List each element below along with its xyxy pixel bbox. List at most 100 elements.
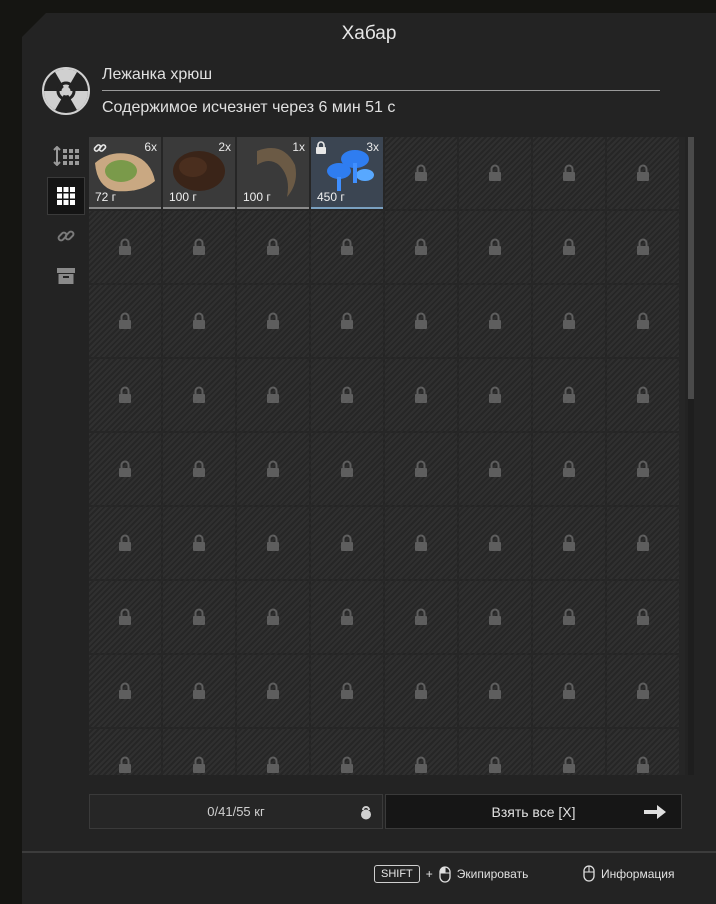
locked-slot <box>533 507 605 579</box>
locked-slot <box>385 211 457 283</box>
lock-icon <box>341 682 353 699</box>
lock-icon <box>341 608 353 625</box>
lock-icon <box>267 756 279 773</box>
locked-slot <box>311 285 383 357</box>
locked-slot <box>607 433 679 505</box>
locked-slot <box>533 285 605 357</box>
lock-icon <box>563 386 575 403</box>
locked-slot <box>607 211 679 283</box>
locked-slot <box>311 433 383 505</box>
lock-icon <box>119 682 131 699</box>
locked-slot <box>89 285 161 357</box>
lock-icon <box>489 238 501 255</box>
locked-slot <box>607 655 679 727</box>
locked-slot <box>89 433 161 505</box>
lock-icon <box>415 386 427 403</box>
lock-icon <box>637 312 649 329</box>
footer-divider <box>22 851 716 853</box>
locked-slot <box>459 507 531 579</box>
locked-slot <box>237 433 309 505</box>
inventory-slot[interactable]: 6x 72 г <box>89 137 161 209</box>
lock-icon <box>119 312 131 329</box>
locked-slot <box>385 433 457 505</box>
lock-icon <box>563 682 575 699</box>
lock-icon <box>563 312 575 329</box>
lock-icon <box>341 312 353 329</box>
despawn-timer: Содержимое исчезнет через 6 мин 51 с <box>102 99 396 116</box>
lock-icon <box>119 608 131 625</box>
archive-button[interactable] <box>48 258 84 294</box>
lock-icon <box>415 534 427 551</box>
lock-icon <box>119 534 131 551</box>
lock-icon <box>637 164 649 181</box>
locked-slot <box>237 729 309 775</box>
equip-hint: SHIFT + Экипировать <box>374 865 528 883</box>
locked-slot <box>163 655 235 727</box>
inventory-slot[interactable]: 3x 450 г <box>311 137 383 209</box>
inventory-slot[interactable]: 2x 100 г <box>163 137 235 209</box>
locked-slot <box>311 729 383 775</box>
locked-slot <box>237 211 309 283</box>
lock-icon <box>563 756 575 773</box>
locked-slot <box>385 285 457 357</box>
info-hint: Информация <box>583 865 674 882</box>
take-all-label: Взять все [X] <box>491 803 576 820</box>
locked-slot <box>533 581 605 653</box>
scrollbar[interactable] <box>688 137 694 775</box>
lock-icon <box>637 608 649 625</box>
lock-icon <box>193 534 205 551</box>
item-weight: 100 г <box>243 190 271 204</box>
lock-icon <box>637 386 649 403</box>
arrow-right-icon <box>644 805 666 819</box>
locked-slot <box>89 359 161 431</box>
locked-slot <box>385 581 457 653</box>
locked-slot <box>533 137 605 209</box>
lock-icon <box>637 460 649 477</box>
link-button[interactable] <box>48 218 84 254</box>
info-label: Информация <box>601 866 675 881</box>
lock-icon <box>119 238 131 255</box>
lock-icon <box>193 608 205 625</box>
sort-button[interactable] <box>48 138 84 174</box>
lock-icon <box>316 141 326 154</box>
lock-icon <box>563 164 575 181</box>
item-quantity: 2x <box>218 140 231 154</box>
lock-icon <box>415 164 427 181</box>
inventory-slot[interactable]: 1x 100 г <box>237 137 309 209</box>
lock-icon <box>193 386 205 403</box>
lock-icon <box>637 534 649 551</box>
scroll-thumb[interactable] <box>688 137 694 399</box>
archive-icon <box>57 268 75 284</box>
locked-slot <box>89 729 161 775</box>
inventory-grid: 6x 72 г 2x 100 г 1x 100 г 3x 450 г <box>89 137 685 775</box>
lock-icon <box>193 312 205 329</box>
locked-slot <box>237 359 309 431</box>
lock-icon <box>489 164 501 181</box>
locked-slot <box>311 211 383 283</box>
item-quantity: 3x <box>366 140 379 154</box>
lock-icon <box>489 460 501 477</box>
plus-sign: + <box>425 867 433 881</box>
lock-icon <box>341 756 353 773</box>
radiation-icon <box>42 67 90 115</box>
lock-icon <box>267 386 279 403</box>
locked-slot <box>89 581 161 653</box>
locked-slot <box>607 729 679 775</box>
lock-icon <box>119 756 131 773</box>
locked-slot <box>385 655 457 727</box>
kettlebell-icon <box>361 806 371 820</box>
loot-panel: Хабар Лежанка хрюш Содержимое исчезнет ч… <box>22 13 716 904</box>
lock-icon <box>341 460 353 477</box>
lock-icon <box>193 756 205 773</box>
grid-view-button[interactable] <box>47 177 85 215</box>
locked-slot <box>607 137 679 209</box>
lock-icon <box>563 460 575 477</box>
lock-icon <box>119 460 131 477</box>
locked-slot <box>385 137 457 209</box>
sort-icon <box>53 146 79 166</box>
locked-slot <box>311 581 383 653</box>
take-all-button[interactable]: Взять все [X] <box>385 794 682 829</box>
item-weight: 450 г <box>317 190 345 204</box>
locked-slot <box>607 285 679 357</box>
item-quantity: 6x <box>144 140 157 154</box>
